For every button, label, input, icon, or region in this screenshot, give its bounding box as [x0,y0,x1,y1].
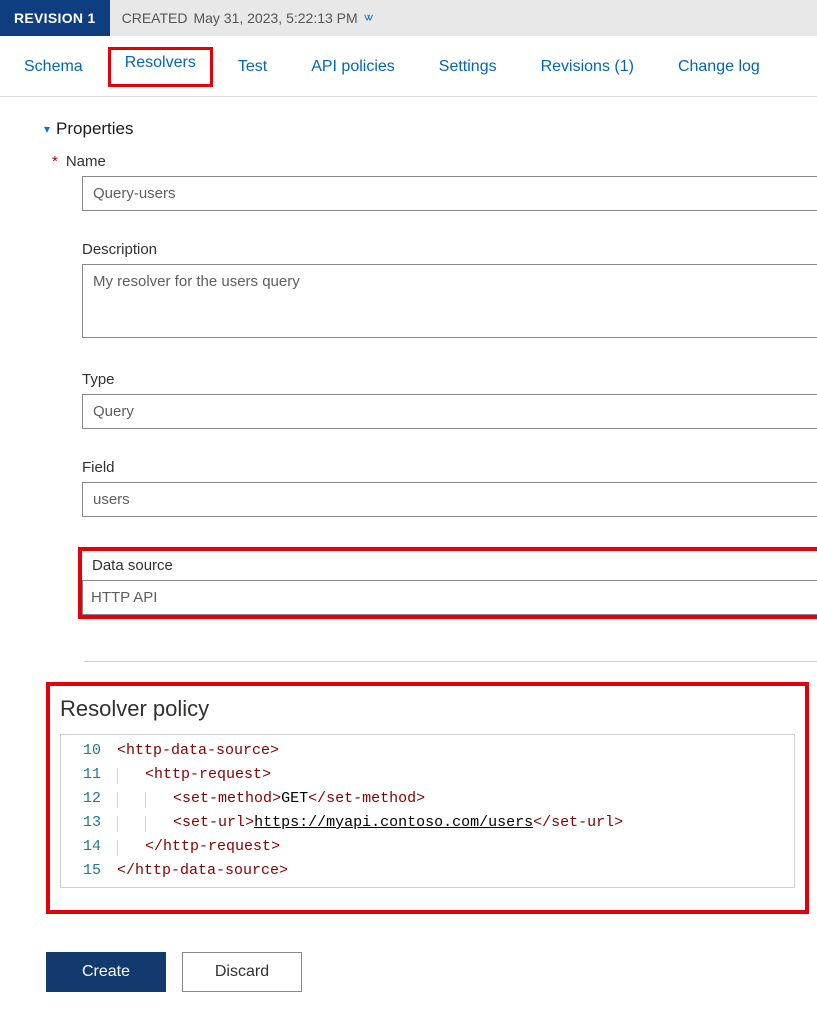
tab-api-policies[interactable]: API policies [309,54,397,80]
field-label: Field [82,459,115,476]
description-label: Description [82,241,157,258]
revision-bar: REVISION 1 CREATED May 31, 2023, 5:22:13… [0,0,817,36]
tab-settings[interactable]: Settings [437,54,499,80]
action-bar: Create Discard [24,914,817,1012]
code-line: 13 <set-url>https://myapi.contoso.com/us… [61,811,794,835]
code-line: 10 <http-data-source> [61,739,794,763]
line-number: 10 [61,739,117,763]
tab-change-log[interactable]: Change log [676,54,762,80]
chevron-down-icon: ▾ [44,122,50,136]
code-line: 15 </http-data-source> [61,859,794,883]
chevron-double-down-icon: ˅˅ [364,11,370,25]
code-line: 12 <set-method>GET</set-method> [61,787,794,811]
create-button[interactable]: Create [46,952,166,992]
name-label: Name [62,153,106,170]
highlight-data-source: Data source [78,547,817,619]
line-number: 13 [61,811,117,835]
field-select[interactable]: users [82,482,817,517]
divider [84,661,817,662]
data-source-select[interactable] [82,580,817,615]
line-number: 15 [61,859,117,883]
highlight-resolvers-tab: Resolvers [108,47,213,87]
required-asterisk: * [52,153,58,170]
properties-section-title: Properties [56,119,133,139]
tab-schema[interactable]: Schema [22,54,85,80]
line-number: 11 [61,763,117,787]
tab-revisions[interactable]: Revisions (1) [539,54,636,80]
description-textarea[interactable]: My resolver for the users query [82,264,817,338]
properties-section-header[interactable]: ▾ Properties [24,119,817,139]
tab-resolvers[interactable]: Resolvers [125,54,196,71]
type-label: Type [82,371,115,388]
discard-button[interactable]: Discard [182,952,302,992]
data-source-label: Data source [92,557,817,574]
revision-badge: REVISION 1 [0,0,110,36]
revision-created-timestamp: May 31, 2023, 5:22:13 PM [193,10,357,26]
line-number: 14 [61,835,117,859]
name-input[interactable] [82,176,817,211]
resolver-policy-editor[interactable]: 10 <http-data-source> 11 <http-request> … [60,734,795,888]
highlight-resolver-policy: Resolver policy 10 <http-data-source> 11… [46,682,809,914]
resolver-policy-title: Resolver policy [60,696,795,722]
line-number: 12 [61,787,117,811]
revision-created-prefix: CREATED [122,10,188,26]
code-line: 11 <http-request> [61,763,794,787]
tab-test[interactable]: Test [236,54,269,80]
tab-bar: Schema Resolvers Test API policies Setti… [0,36,817,97]
revision-created[interactable]: CREATED May 31, 2023, 5:22:13 PM ˅˅ [110,10,370,26]
code-line: 14 </http-request> [61,835,794,859]
type-select[interactable]: Query [82,394,817,429]
